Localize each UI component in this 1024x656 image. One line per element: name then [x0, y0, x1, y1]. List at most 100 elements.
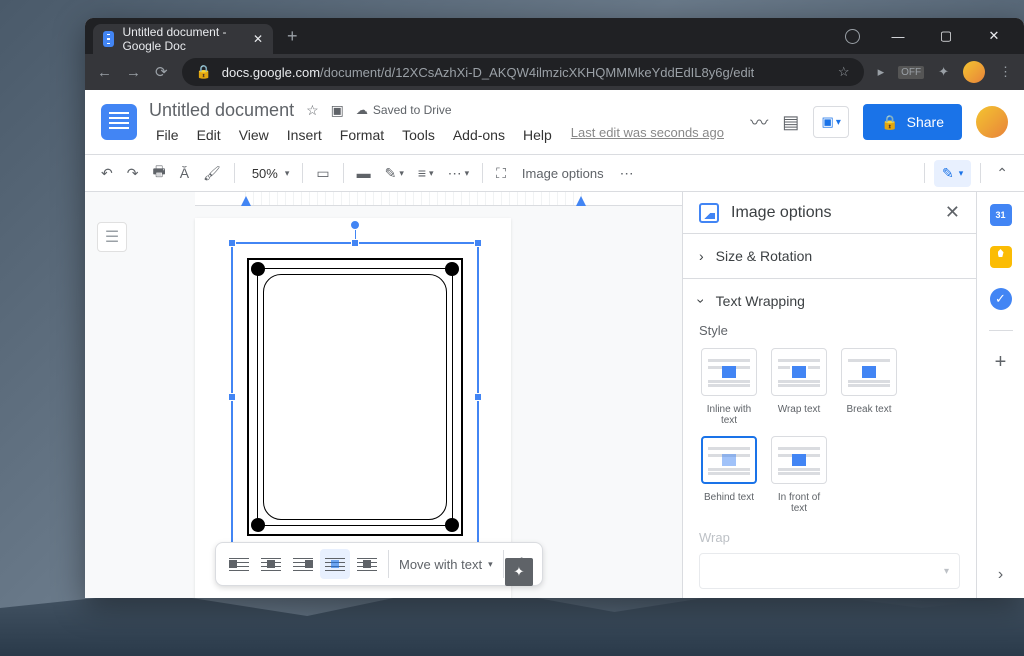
panel-header: Image options ✕: [683, 192, 976, 233]
wrap-option-front[interactable]: [352, 549, 382, 579]
close-tab-icon[interactable]: ✕: [253, 32, 263, 46]
style-in-front-of-text[interactable]: [771, 436, 827, 484]
close-window-button[interactable]: ✕: [972, 21, 1016, 51]
reload-button[interactable]: ⟳: [155, 63, 168, 81]
menu-file[interactable]: File: [149, 125, 186, 145]
present-button[interactable]: ▣▾: [813, 106, 849, 138]
section-size-rotation[interactable]: › Size & Rotation: [683, 234, 976, 278]
activity-icon[interactable]: 〰: [750, 109, 768, 135]
account-switcher-icon[interactable]: [845, 29, 860, 44]
back-button[interactable]: ←: [97, 64, 112, 81]
menu-addons[interactable]: Add-ons: [446, 125, 512, 145]
browser-tab[interactable]: Untitled document - Google Doc ✕: [93, 24, 273, 54]
panel-title: Image options: [731, 204, 832, 222]
frame-corner-dot: [251, 262, 265, 276]
pencil-icon: ✎: [942, 165, 954, 182]
image-options-toolbar-button[interactable]: Image options: [514, 166, 612, 181]
menu-tools[interactable]: Tools: [395, 125, 442, 145]
wrap-option-break[interactable]: [288, 549, 318, 579]
extension-off-icon[interactable]: OFF: [898, 66, 924, 79]
new-tab-button[interactable]: +: [273, 26, 312, 47]
share-button[interactable]: 🔒 Share: [863, 104, 962, 140]
horizontal-ruler[interactable]: [195, 192, 682, 206]
lock-icon: 🔒: [881, 114, 898, 131]
browser-menu-icon[interactable]: ⋮: [999, 64, 1012, 80]
crop-button[interactable]: ⛶: [490, 159, 512, 188]
lock-icon: 🔒: [196, 64, 212, 80]
editing-mode-button[interactable]: ✎▾: [934, 160, 971, 187]
tasks-icon[interactable]: [990, 288, 1012, 310]
move-icon[interactable]: ▣: [331, 102, 344, 119]
hide-side-panel-button[interactable]: ›: [998, 566, 1003, 584]
docs-favicon-icon: [103, 31, 114, 47]
menu-insert[interactable]: Insert: [280, 125, 329, 145]
extensions-menu-icon[interactable]: ✦: [938, 64, 949, 80]
frame-inner: [263, 274, 447, 520]
style-inline-with-text[interactable]: [701, 348, 757, 396]
minimize-button[interactable]: —: [876, 21, 920, 51]
undo-button[interactable]: ↶: [95, 159, 119, 188]
outline-toggle-button[interactable]: ☰: [97, 222, 127, 252]
close-panel-button[interactable]: ✕: [945, 202, 960, 223]
style-wrap-text[interactable]: [771, 348, 827, 396]
maximize-button[interactable]: ▢: [924, 21, 968, 51]
section-text-wrapping[interactable]: › Text Wrapping: [683, 279, 976, 323]
extensions-row: ▸ OFF ✦ ⋮: [878, 61, 1012, 83]
canvas-area[interactable]: ☰: [85, 192, 682, 598]
menu-help[interactable]: Help: [516, 125, 559, 145]
fill-color-button[interactable]: ▬: [351, 159, 377, 187]
side-rail: + ›: [976, 192, 1024, 598]
keep-icon[interactable]: [990, 246, 1012, 268]
line-weight-button[interactable]: ≡ ▾: [412, 159, 440, 187]
floating-wrap-toolbar: Move with text ▾ ⋮: [215, 542, 543, 586]
wrap-option-wrap[interactable]: [256, 549, 286, 579]
spellcheck-button[interactable]: Ă: [174, 159, 195, 187]
browser-profile-avatar[interactable]: [963, 61, 985, 83]
move-with-text-dropdown[interactable]: Move with text ▾: [388, 550, 504, 578]
border-color-button[interactable]: ▭: [310, 159, 335, 188]
user-avatar[interactable]: [976, 106, 1008, 138]
browser-window: Untitled document - Google Doc ✕ + — ▢ ✕…: [85, 18, 1024, 598]
tab-strip: Untitled document - Google Doc ✕ + — ▢ ✕: [85, 18, 1024, 54]
star-bookmark-icon[interactable]: ☆: [838, 64, 850, 80]
last-edit-link[interactable]: Last edit was seconds ago: [571, 125, 724, 145]
frame-corner-dot: [445, 262, 459, 276]
resize-handle-tl[interactable]: [228, 239, 236, 247]
forward-button[interactable]: →: [126, 64, 141, 81]
menu-view[interactable]: View: [232, 125, 276, 145]
line-dash-button[interactable]: ⋯ ▾: [442, 159, 476, 188]
selected-image[interactable]: [231, 242, 479, 552]
resize-handle-mr[interactable]: [474, 393, 482, 401]
zoom-dropdown[interactable]: 50% ▾: [242, 160, 296, 187]
wrap-option-inline[interactable]: [224, 549, 254, 579]
docs-logo-icon[interactable]: [101, 104, 137, 140]
wrap-option-behind[interactable]: [320, 549, 350, 579]
docs-body: ☰: [85, 192, 1024, 598]
docs-header: Untitled document ☆ ▣ ☁ Saved to Drive F…: [85, 90, 1024, 154]
menu-format[interactable]: Format: [333, 125, 391, 145]
style-break-text[interactable]: [841, 348, 897, 396]
resize-handle-tr[interactable]: [474, 239, 482, 247]
more-options-button[interactable]: ⋯: [614, 159, 640, 188]
calendar-icon[interactable]: [990, 204, 1012, 226]
extension-icon[interactable]: ▸: [878, 64, 885, 80]
save-status[interactable]: ☁ Saved to Drive: [356, 103, 452, 117]
address-bar[interactable]: 🔒 docs.google.com/document/d/12XCsAzhXi-…: [182, 58, 864, 86]
rotate-handle[interactable]: [350, 220, 360, 230]
menu-bar: File Edit View Insert Format Tools Add-o…: [149, 125, 738, 145]
wrap-direction-dropdown: ▾: [699, 553, 960, 589]
print-button[interactable]: 🖶: [146, 155, 171, 191]
paint-format-button[interactable]: 🖌: [197, 159, 227, 188]
menu-edit[interactable]: Edit: [190, 125, 228, 145]
collapse-toolbar-button[interactable]: ⌃: [990, 159, 1014, 188]
explore-button[interactable]: ✦: [505, 558, 533, 586]
star-icon[interactable]: ☆: [306, 102, 319, 119]
resize-handle-tm[interactable]: [351, 239, 359, 247]
add-app-button[interactable]: +: [995, 351, 1007, 374]
document-title[interactable]: Untitled document: [149, 100, 294, 121]
style-behind-text[interactable]: [701, 436, 757, 484]
redo-button[interactable]: ↷: [121, 159, 145, 188]
line-color-button[interactable]: ✎ ▾: [379, 159, 410, 188]
resize-handle-ml[interactable]: [228, 393, 236, 401]
comments-icon[interactable]: ▤: [782, 112, 799, 133]
